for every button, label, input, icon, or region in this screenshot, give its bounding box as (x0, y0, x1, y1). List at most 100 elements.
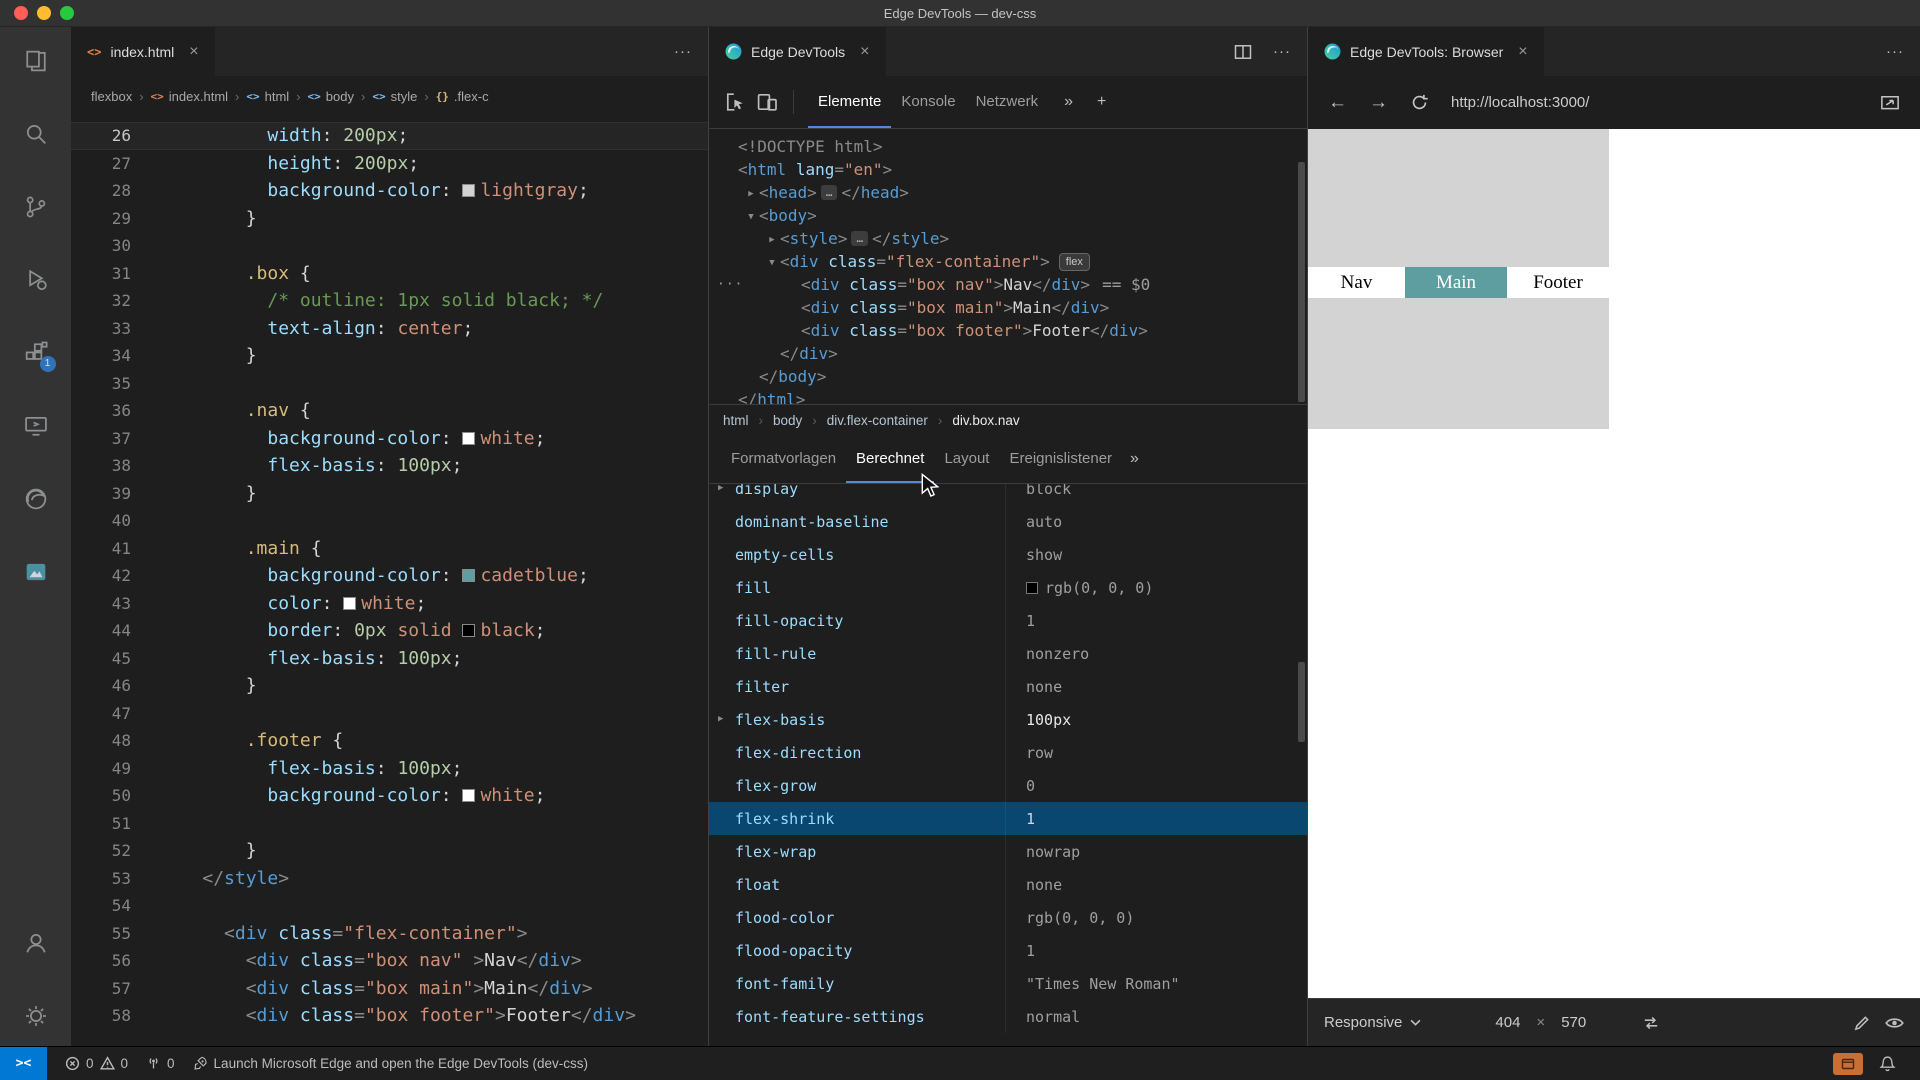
code-line-52[interactable]: 52 } (71, 837, 708, 865)
reload-icon[interactable] (1410, 93, 1429, 112)
tab-ereignislistener[interactable]: Ereignislistener (999, 435, 1122, 483)
back-icon[interactable]: ← (1328, 92, 1347, 114)
code-line-43[interactable]: 43 color: white; (71, 590, 708, 618)
collapsed-content-icon[interactable]: … (820, 185, 838, 200)
dom-node[interactable]: ··· <div class="box nav">Nav</div> == $0 (709, 273, 1307, 296)
breadcrumb-item-body[interactable]: <> body (308, 89, 354, 104)
close-icon[interactable]: × (189, 43, 198, 61)
code-line-31[interactable]: 31 .box { (71, 260, 708, 288)
devtools-more-actions-icon[interactable]: ··· (1273, 43, 1291, 60)
dom-crumb-body[interactable]: body (773, 413, 802, 428)
browser-more-actions-icon[interactable]: ··· (1886, 43, 1904, 60)
code-line-56[interactable]: 56 <div class="box nav" >Nav</div> (71, 947, 708, 975)
computed-float[interactable]: float none (709, 868, 1307, 901)
dom-node[interactable]: <!DOCTYPE html> (709, 135, 1307, 158)
add-tab-icon[interactable]: + (1089, 76, 1114, 128)
tabs-overflow-icon[interactable]: » (1056, 76, 1081, 128)
color-swatch[interactable] (462, 184, 476, 197)
color-swatch[interactable] (462, 431, 476, 445)
dom-node[interactable]: ▶ <head>… </head> (709, 181, 1307, 204)
code-line-54[interactable]: 54 (71, 892, 708, 920)
dom-crumb-divboxnav[interactable]: div.box.nav (952, 413, 1019, 428)
tab-edge-devtools-browser[interactable]: Edge DevTools: Browser × (1308, 27, 1545, 76)
code-line-30[interactable]: 30 (71, 232, 708, 260)
live-preview-icon[interactable] (22, 558, 50, 586)
ports-indicator[interactable]: 0 (146, 1056, 175, 1071)
code-line-45[interactable]: 45 flex-basis: 100px; (71, 645, 708, 673)
dom-node[interactable]: ▶ <style>… </style> (709, 227, 1307, 250)
chevron-collapsed-icon[interactable]: ▶ (743, 183, 759, 206)
code-line-26[interactable]: 26 width: 200px; (71, 122, 708, 150)
computed-flood-opacity[interactable]: flood-opacity 1 (709, 934, 1307, 967)
tab-edge-devtools[interactable]: Edge DevTools × (709, 27, 887, 76)
color-swatch[interactable] (462, 569, 476, 582)
rendered-main-box[interactable]: Main (1405, 267, 1507, 298)
computed-flex-wrap[interactable]: flex-wrap nowrap (709, 835, 1307, 868)
code-line-37[interactable]: 37 background-color: white; (71, 425, 708, 453)
split-editor-icon[interactable] (1233, 42, 1253, 62)
color-swatch[interactable] (462, 789, 476, 802)
code-line-41[interactable]: 41 .main { (71, 535, 708, 563)
computed-filter[interactable]: filter none (709, 670, 1307, 703)
problems-indicator[interactable]: 0 0 (65, 1056, 128, 1071)
dom-node[interactable]: ▼ <body> (709, 204, 1307, 227)
computed-flex-basis[interactable]: ▶ flex-basis 100px (709, 703, 1307, 736)
close-icon[interactable]: × (1518, 43, 1527, 61)
source-control-icon[interactable] (22, 193, 50, 221)
dom-node[interactable]: </body> (709, 365, 1307, 388)
viewport-height-field[interactable]: 570 (1561, 1014, 1586, 1031)
forward-icon[interactable]: → (1369, 92, 1388, 114)
dom-crumb-divflexcontainer[interactable]: div.flex-container (827, 413, 928, 428)
screencast-icon[interactable] (1880, 93, 1900, 113)
tab-elemente[interactable]: Elemente (808, 76, 892, 128)
rotate-viewport-icon[interactable] (1642, 1014, 1660, 1032)
computed-scrollbar[interactable] (1298, 662, 1305, 742)
tab-konsole[interactable]: Konsole (891, 76, 965, 128)
code-line-44[interactable]: 44 border: 0px solid black; (71, 617, 708, 645)
code-line-49[interactable]: 49 flex-basis: 100px; (71, 755, 708, 783)
code-line-36[interactable]: 36 .nav { (71, 397, 708, 425)
search-icon[interactable] (22, 120, 50, 148)
close-window-button[interactable] (14, 6, 28, 20)
device-emulation-icon[interactable] (755, 90, 779, 114)
code-line-32[interactable]: 32 /* outline: 1px solid black; */ (71, 287, 708, 315)
code-line-33[interactable]: 33 text-align: center; (71, 315, 708, 343)
device-mode-dropdown[interactable]: Responsive (1324, 1014, 1421, 1031)
inspect-element-icon[interactable] (723, 90, 747, 114)
minimize-window-button[interactable] (37, 6, 51, 20)
code-line-55[interactable]: 55 <div class="flex-container"> (71, 920, 708, 948)
breadcrumb-item-indexhtml[interactable]: <> index.html (151, 89, 229, 104)
edge-tools-status-icon[interactable] (1833, 1052, 1863, 1075)
code-line-28[interactable]: 28 background-color: lightgray; (71, 177, 708, 205)
code-line-46[interactable]: 46 } (71, 672, 708, 700)
code-line-58[interactable]: 58 <div class="box footer">Footer</div> (71, 1002, 708, 1030)
computed-fill[interactable]: fill rgb(0, 0, 0) (709, 571, 1307, 604)
extensions-icon[interactable]: 1 (22, 339, 56, 372)
sidebar-tabs-overflow-icon[interactable]: » (1122, 435, 1147, 483)
maximize-window-button[interactable] (60, 6, 74, 20)
computed-flood-color[interactable]: flood-color rgb(0, 0, 0) (709, 901, 1307, 934)
code-line-38[interactable]: 38 flex-basis: 100px; (71, 452, 708, 480)
code-line-39[interactable]: 39 } (71, 480, 708, 508)
code-line-51[interactable]: 51 (71, 810, 708, 838)
code-line-48[interactable]: 48 .footer { (71, 727, 708, 755)
edit-css-icon[interactable] (1853, 1014, 1871, 1032)
rendered-nav-box[interactable]: Nav (1308, 267, 1405, 298)
inspect-eye-icon[interactable] (1885, 1016, 1904, 1030)
tab-layout[interactable]: Layout (934, 435, 999, 483)
tab-berechnet[interactable]: Berechnet (846, 435, 935, 483)
computed-font-feature-settings[interactable]: font-feature-settings normal (709, 1000, 1307, 1033)
code-line-34[interactable]: 34 } (71, 342, 708, 370)
code-line-50[interactable]: 50 background-color: white; (71, 782, 708, 810)
code-line-47[interactable]: 47 (71, 700, 708, 728)
computed-display[interactable]: ▶ display block (709, 484, 1307, 505)
launch-edge-button[interactable]: Launch Microsoft Edge and open the Edge … (193, 1056, 588, 1071)
explorer-icon[interactable] (22, 47, 50, 75)
notifications-bell-icon[interactable] (1879, 1055, 1896, 1072)
tab-index-html[interactable]: <> index.html × (71, 27, 216, 76)
computed-flex-grow[interactable]: flex-grow 0 (709, 769, 1307, 802)
computed-dominant-baseline[interactable]: dominant-baseline auto (709, 505, 1307, 538)
close-icon[interactable]: × (860, 43, 869, 61)
code-line-53[interactable]: 53 </style> (71, 865, 708, 893)
breadcrumb-item-flexbox[interactable]: flexbox (91, 89, 132, 104)
